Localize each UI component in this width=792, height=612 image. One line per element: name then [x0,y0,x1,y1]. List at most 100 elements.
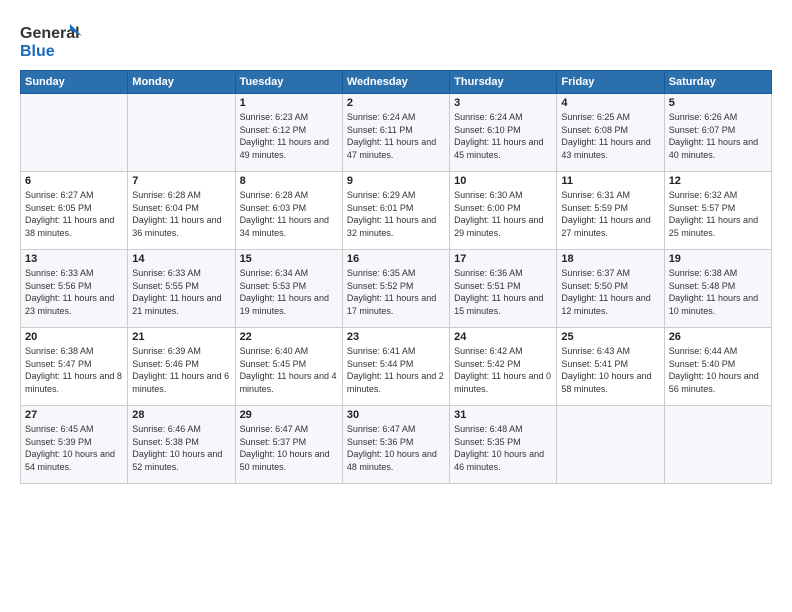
day-info: Sunrise: 6:43 AM Sunset: 5:41 PM Dayligh… [561,345,659,395]
day-info: Sunrise: 6:33 AM Sunset: 5:56 PM Dayligh… [25,267,123,317]
day-number: 10 [454,175,552,187]
calendar-cell [664,406,771,484]
day-number: 24 [454,331,552,343]
day-info: Sunrise: 6:34 AM Sunset: 5:53 PM Dayligh… [240,267,338,317]
day-number: 31 [454,409,552,421]
header-day-tuesday: Tuesday [235,71,342,94]
calendar-cell: 26Sunrise: 6:44 AM Sunset: 5:40 PM Dayli… [664,328,771,406]
day-number: 2 [347,97,445,109]
week-row-3: 13Sunrise: 6:33 AM Sunset: 5:56 PM Dayli… [21,250,772,328]
header-day-wednesday: Wednesday [342,71,449,94]
day-number: 28 [132,409,230,421]
day-number: 21 [132,331,230,343]
day-number: 27 [25,409,123,421]
day-number: 6 [25,175,123,187]
day-info: Sunrise: 6:33 AM Sunset: 5:55 PM Dayligh… [132,267,230,317]
day-number: 8 [240,175,338,187]
day-info: Sunrise: 6:32 AM Sunset: 5:57 PM Dayligh… [669,189,767,239]
calendar-cell: 19Sunrise: 6:38 AM Sunset: 5:48 PM Dayli… [664,250,771,328]
calendar-cell: 12 Sunrise: 6:32 AM Sunset: 5:57 PM Dayli… [664,172,771,250]
calendar-cell: 14 Sunrise: 6:33 AM Sunset: 5:55 PM Dayli… [128,250,235,328]
calendar-cell: 1 Sunrise: 6:23 AM Sunset: 6:12 PM Daylig… [235,94,342,172]
day-number: 3 [454,97,552,109]
calendar-cell: 2 Sunrise: 6:24 AM Sunset: 6:11 PM Daylig… [342,94,449,172]
header-day-saturday: Saturday [664,71,771,94]
calendar-cell: 30 Sunrise: 6:47 AM Sunset: 5:36 PM Dayli… [342,406,449,484]
day-number: 7 [132,175,230,187]
logo-svg: GeneralBlue [20,20,90,60]
calendar-cell: 18 Sunrise: 6:37 AM Sunset: 5:50 PM Dayli… [557,250,664,328]
day-number: 29 [240,409,338,421]
calendar-cell [557,406,664,484]
calendar-cell: 11Sunrise: 6:31 AM Sunset: 5:59 PM Dayli… [557,172,664,250]
calendar-cell: 20 Sunrise: 6:38 AM Sunset: 5:47 PM Dayli… [21,328,128,406]
day-info: Sunrise: 6:36 AM Sunset: 5:51 PM Dayligh… [454,267,552,317]
day-number: 20 [25,331,123,343]
header-day-thursday: Thursday [450,71,557,94]
calendar-cell: 29 Sunrise: 6:47 AM Sunset: 5:37 PM Dayli… [235,406,342,484]
day-info: Sunrise: 6:46 AM Sunset: 5:38 PM Dayligh… [132,423,230,473]
day-number: 18 [561,253,659,265]
day-number: 1 [240,97,338,109]
calendar-cell: 17 Sunrise: 6:36 AM Sunset: 5:51 PM Dayli… [450,250,557,328]
day-info: Sunrise: 6:38 AM Sunset: 5:47 PM Dayligh… [25,345,123,395]
day-number: 25 [561,331,659,343]
calendar-cell: 6 Sunrise: 6:27 AM Sunset: 6:05 PM Daylig… [21,172,128,250]
svg-text:Blue: Blue [20,43,55,60]
day-info: Sunrise: 6:25 AM Sunset: 6:08 PM Dayligh… [561,111,659,161]
header-day-friday: Friday [557,71,664,94]
week-row-1: 1 Sunrise: 6:23 AM Sunset: 6:12 PM Daylig… [21,94,772,172]
day-info: Sunrise: 6:42 AM Sunset: 5:42 PM Dayligh… [454,345,552,395]
logo: GeneralBlue [20,20,90,60]
day-number: 15 [240,253,338,265]
day-info: Sunrise: 6:47 AM Sunset: 5:36 PM Dayligh… [347,423,445,473]
calendar-cell: 23 Sunrise: 6:41 AM Sunset: 5:44 PM Dayli… [342,328,449,406]
day-info: Sunrise: 6:47 AM Sunset: 5:37 PM Dayligh… [240,423,338,473]
calendar-cell: 31 Sunrise: 6:48 AM Sunset: 5:35 PM Dayli… [450,406,557,484]
calendar-cell: 24 Sunrise: 6:42 AM Sunset: 5:42 PM Dayli… [450,328,557,406]
day-info: Sunrise: 6:41 AM Sunset: 5:44 PM Dayligh… [347,345,445,395]
calendar-cell: 22 Sunrise: 6:40 AM Sunset: 5:45 PM Dayli… [235,328,342,406]
calendar-cell: 9 Sunrise: 6:29 AM Sunset: 6:01 PM Daylig… [342,172,449,250]
day-number: 22 [240,331,338,343]
day-number: 9 [347,175,445,187]
day-number: 4 [561,97,659,109]
calendar-cell: 25 Sunrise: 6:43 AM Sunset: 5:41 PM Dayli… [557,328,664,406]
calendar-cell [128,94,235,172]
calendar-cell: 7 Sunrise: 6:28 AM Sunset: 6:04 PM Daylig… [128,172,235,250]
day-number: 30 [347,409,445,421]
calendar-cell: 8 Sunrise: 6:28 AM Sunset: 6:03 PM Daylig… [235,172,342,250]
day-info: Sunrise: 6:23 AM Sunset: 6:12 PM Dayligh… [240,111,338,161]
calendar-cell: 3 Sunrise: 6:24 AM Sunset: 6:10 PM Daylig… [450,94,557,172]
day-info: Sunrise: 6:24 AM Sunset: 6:10 PM Dayligh… [454,111,552,161]
day-number: 14 [132,253,230,265]
day-info: Sunrise: 6:24 AM Sunset: 6:11 PM Dayligh… [347,111,445,161]
day-info: Sunrise: 6:27 AM Sunset: 6:05 PM Dayligh… [25,189,123,239]
calendar-cell: 16Sunrise: 6:35 AM Sunset: 5:52 PM Dayli… [342,250,449,328]
calendar-cell: 10 Sunrise: 6:30 AM Sunset: 6:00 PM Dayli… [450,172,557,250]
calendar-table: SundayMondayTuesdayWednesdayThursdayFrid… [20,70,772,484]
day-number: 11 [561,175,659,187]
day-number: 17 [454,253,552,265]
day-info: Sunrise: 6:45 AM Sunset: 5:39 PM Dayligh… [25,423,123,473]
day-info: Sunrise: 6:48 AM Sunset: 5:35 PM Dayligh… [454,423,552,473]
calendar-cell: 5Sunrise: 6:26 AM Sunset: 6:07 PM Daylig… [664,94,771,172]
page: GeneralBlue SundayMondayTuesdayWednesday… [0,0,792,612]
day-info: Sunrise: 6:40 AM Sunset: 5:45 PM Dayligh… [240,345,338,395]
day-number: 23 [347,331,445,343]
day-info: Sunrise: 6:39 AM Sunset: 5:46 PM Dayligh… [132,345,230,395]
week-row-5: 27 Sunrise: 6:45 AM Sunset: 5:39 PM Dayli… [21,406,772,484]
day-info: Sunrise: 6:26 AM Sunset: 6:07 PM Dayligh… [669,111,767,161]
day-info: Sunrise: 6:28 AM Sunset: 6:04 PM Dayligh… [132,189,230,239]
day-info: Sunrise: 6:28 AM Sunset: 6:03 PM Dayligh… [240,189,338,239]
day-info: Sunrise: 6:30 AM Sunset: 6:00 PM Dayligh… [454,189,552,239]
header: GeneralBlue [20,20,772,60]
calendar-cell: 13Sunrise: 6:33 AM Sunset: 5:56 PM Dayli… [21,250,128,328]
week-row-2: 6 Sunrise: 6:27 AM Sunset: 6:05 PM Daylig… [21,172,772,250]
day-info: Sunrise: 6:29 AM Sunset: 6:01 PM Dayligh… [347,189,445,239]
day-info: Sunrise: 6:37 AM Sunset: 5:50 PM Dayligh… [561,267,659,317]
day-number: 26 [669,331,767,343]
day-number: 12 [669,175,767,187]
calendar-cell [21,94,128,172]
calendar-cell: 15 Sunrise: 6:34 AM Sunset: 5:53 PM Dayli… [235,250,342,328]
